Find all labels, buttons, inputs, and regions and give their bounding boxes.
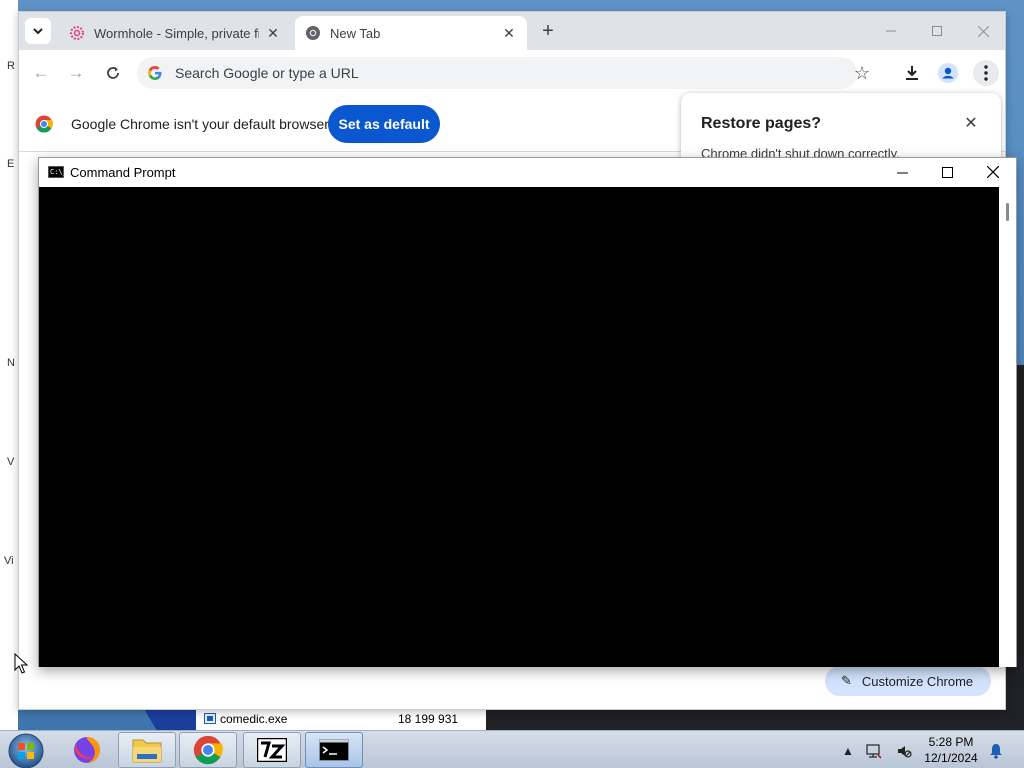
- google-g-icon: [148, 66, 162, 80]
- console-area[interactable]: [39, 187, 999, 667]
- taskbar-google-chrome[interactable]: [179, 732, 237, 768]
- taskbar: ▲ 5:28 PM 12/1/2024: [0, 730, 1024, 768]
- command-prompt-window: C:\_ Command Prompt: [38, 157, 1017, 667]
- profile-icon: [938, 63, 958, 83]
- clock-time: 5:28 PM: [928, 735, 974, 749]
- cmd-icon: C:\_: [48, 166, 67, 178]
- explorer-file-row[interactable]: comedic.exe 18 199 931: [196, 708, 486, 730]
- firefox-icon: [74, 737, 100, 763]
- maximize-icon: [941, 166, 953, 178]
- scrollbar-thumb[interactable]: [1006, 203, 1009, 221]
- desktop-label-fragment: R: [7, 60, 15, 72]
- bell-icon: [990, 744, 1002, 759]
- pencil-icon: ✎: [841, 673, 852, 688]
- start-button[interactable]: [6, 733, 46, 768]
- chrome-logo-icon: [35, 115, 53, 133]
- chrome-favicon-icon: [306, 26, 320, 40]
- bookmark-star-button[interactable]: ☆: [851, 62, 873, 84]
- mouse-cursor-icon: [14, 653, 28, 674]
- tab-title: New Tab: [330, 25, 381, 41]
- customize-label: Customize Chrome: [861, 673, 974, 689]
- cmd-titlebar[interactable]: C:\_ Command Prompt: [39, 158, 1016, 187]
- arrow-right-icon: →: [67, 63, 85, 82]
- desktop-left-strip: R E N V Vi: [0, 0, 18, 730]
- profile-button[interactable]: [937, 62, 959, 84]
- chrome-icon: [193, 735, 223, 765]
- close-icon[interactable]: ✕: [501, 25, 517, 41]
- cmd-title: Command Prompt: [70, 165, 176, 180]
- minimize-button[interactable]: [879, 20, 903, 42]
- speaker-muted-icon: [898, 746, 912, 758]
- taskbar-firefox[interactable]: [58, 732, 116, 768]
- chevron-down-icon: [33, 28, 43, 35]
- tray-clock[interactable]: 5:28 PM 12/1/2024: [918, 734, 984, 766]
- downloads-button[interactable]: [901, 62, 923, 84]
- file-name: comedic.exe: [220, 712, 288, 726]
- vertical-scrollbar[interactable]: [999, 187, 1016, 667]
- notifications-button[interactable]: [988, 743, 1004, 759]
- close-icon: [977, 25, 989, 37]
- back-button[interactable]: ←: [30, 62, 52, 84]
- star-icon: ☆: [853, 62, 871, 83]
- popup-title: Restore pages?: [701, 115, 822, 132]
- chrome-menu-button[interactable]: [973, 60, 999, 86]
- customize-chrome-button[interactable]: ✎ Customize Chrome: [825, 666, 991, 696]
- windows-logo-icon: [8, 733, 44, 768]
- taskbar-7zip[interactable]: [243, 732, 301, 768]
- tab-new-tab[interactable]: New Tab ✕: [295, 16, 527, 50]
- cmd-minimize-button[interactable]: [887, 161, 917, 183]
- tab-strip: Wormhole - Simple, private file ✕ New Ta…: [19, 12, 1005, 50]
- reload-icon: [107, 67, 119, 79]
- cmd-maximize-button[interactable]: [932, 161, 962, 183]
- omnibox[interactable]: Search Google or type a URL: [137, 57, 857, 89]
- background-window-dark-bottom: [486, 708, 1024, 730]
- infobar-message: Google Chrome isn't your default browser: [71, 116, 329, 132]
- tray-volume-button[interactable]: [896, 743, 912, 759]
- desktop-label-fragment: E: [7, 158, 15, 170]
- taskbar-file-explorer[interactable]: [118, 732, 176, 768]
- tab-wormhole[interactable]: Wormhole - Simple, private file ✕: [59, 16, 291, 50]
- forward-button[interactable]: →: [65, 62, 87, 84]
- cmd-taskbar-icon: [319, 739, 349, 761]
- maximize-button[interactable]: [925, 20, 949, 42]
- folder-icon: [132, 739, 162, 763]
- desktop-label-fragment: V: [7, 456, 15, 468]
- toolbar: ← → Search Google or type a URL ☆: [19, 50, 1005, 96]
- reload-button[interactable]: [102, 62, 124, 84]
- close-icon[interactable]: ✕: [265, 25, 281, 41]
- download-icon: [906, 66, 918, 80]
- network-icon: [866, 744, 882, 759]
- cmd-close-button[interactable]: [978, 161, 1008, 183]
- omnibox-placeholder: Search Google or type a URL: [175, 65, 359, 81]
- wormhole-favicon-icon: [70, 26, 84, 40]
- triangle-up-icon: ▲: [842, 744, 854, 758]
- desktop-label-fragment: N: [7, 357, 15, 369]
- minimize-icon: [886, 30, 896, 32]
- exe-file-icon: [204, 713, 216, 724]
- arrow-left-icon: ←: [32, 63, 50, 82]
- tray-network-button[interactable]: [866, 743, 882, 759]
- tray-overflow-button[interactable]: ▲: [840, 743, 856, 759]
- clock-date: 12/1/2024: [924, 751, 978, 765]
- set-as-default-button[interactable]: Set as default: [328, 105, 440, 143]
- close-window-button[interactable]: [971, 20, 995, 42]
- file-size: 18 199 931: [398, 712, 459, 726]
- minimize-icon: [896, 172, 908, 173]
- 7zip-icon: [257, 738, 287, 762]
- new-tab-button[interactable]: +: [537, 20, 559, 42]
- tab-title: Wormhole - Simple, private file: [94, 25, 259, 41]
- close-icon[interactable]: ✕: [961, 113, 981, 133]
- close-icon: [987, 166, 999, 178]
- desktop-label-fragment: Vi: [4, 555, 14, 567]
- tab-search-button[interactable]: [25, 18, 51, 44]
- taskbar-command-prompt[interactable]: [305, 732, 363, 768]
- maximize-icon: [932, 26, 942, 36]
- more-vertical-icon: [984, 65, 988, 81]
- plus-icon: +: [542, 19, 554, 42]
